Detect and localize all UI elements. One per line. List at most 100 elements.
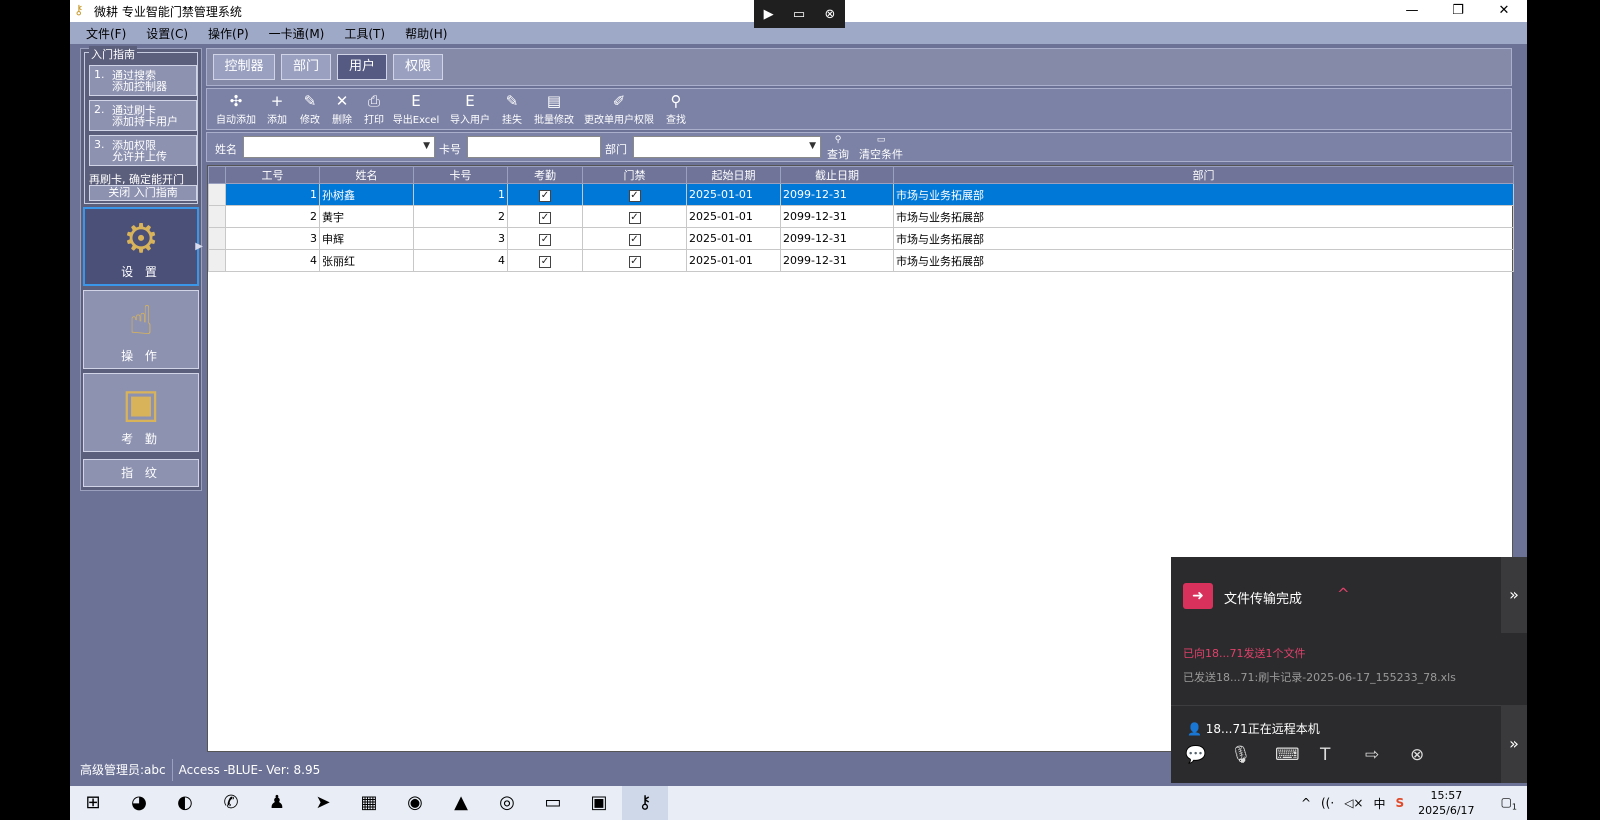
folder-send-icon[interactable]: ⇨: [1365, 745, 1410, 765]
cell-card[interactable]: 1: [413, 183, 508, 206]
guide-step-add-cardholder[interactable]: 2. 通过刷卡 添加持卡用户: [89, 100, 197, 131]
minimize-button[interactable]: —: [1389, 0, 1435, 22]
feishu-icon[interactable]: ➤: [300, 786, 346, 820]
cell-id[interactable]: 2: [225, 205, 320, 228]
report-loss-button[interactable]: ✎ 挂失: [497, 91, 527, 129]
batch-edit-button[interactable]: ▤ 批量修改: [531, 91, 577, 129]
row-header[interactable]: [208, 183, 226, 206]
checkbox[interactable]: ✓: [539, 233, 551, 246]
cell-attendance[interactable]: ✓: [507, 183, 583, 206]
clear-conditions-button[interactable]: ▭ 清空条件: [857, 134, 905, 162]
menu-card[interactable]: 一卡通(M): [269, 25, 325, 42]
cell-name[interactable]: 孙树鑫: [319, 183, 414, 206]
cell-department[interactable]: 市场与业务拓展部: [893, 249, 1514, 272]
edit-button[interactable]: ✎ 修改: [295, 91, 325, 129]
cell-start-date[interactable]: 2025-01-01: [686, 205, 781, 228]
cell-start-date[interactable]: 2025-01-01: [686, 227, 781, 250]
wechat-icon[interactable]: ✆: [208, 786, 254, 820]
cell-start-date[interactable]: 2025-01-01: [686, 183, 781, 206]
restore-button[interactable]: ❐: [1435, 0, 1481, 22]
cell-id[interactable]: 3: [225, 227, 320, 250]
menu-operation[interactable]: 操作(P): [208, 25, 249, 42]
checkbox[interactable]: ✓: [628, 233, 641, 246]
cell-id[interactable]: 4: [225, 249, 320, 272]
column-header-end-date[interactable]: 截止日期: [780, 166, 894, 184]
windows-start-icon[interactable]: ⊞: [70, 786, 116, 820]
row-header[interactable]: [208, 205, 226, 228]
mountain-app-icon[interactable]: ▲: [438, 786, 484, 820]
cell-name[interactable]: 黄宇: [319, 205, 414, 228]
column-header-card[interactable]: 卡号: [413, 166, 508, 184]
delete-button[interactable]: ✕ 删除: [327, 91, 357, 129]
table-row[interactable]: 1 孙树鑫 1 ✓ ✓ 2025-01-01 2099-12-31 市场与业务拓展部: [208, 183, 1514, 206]
network-icon[interactable]: ((·: [1321, 796, 1334, 810]
access-control-app-icon[interactable]: ⚷: [622, 786, 668, 820]
column-header-access[interactable]: 门禁: [582, 166, 687, 184]
cell-attendance[interactable]: ✓: [507, 227, 583, 250]
sogou-ime-icon[interactable]: S: [1396, 796, 1405, 810]
department-select[interactable]: ▼: [633, 136, 821, 158]
checkbox[interactable]: ✓: [539, 189, 551, 202]
cell-access[interactable]: ✓: [582, 183, 687, 206]
print-button[interactable]: ⎙ 打印: [359, 91, 389, 129]
chrome-icon[interactable]: ◎: [484, 786, 530, 820]
query-button[interactable]: ⚲ 查询: [825, 134, 851, 162]
import-users-button[interactable]: E 导入用户: [447, 91, 493, 129]
cell-end-date[interactable]: 2099-12-31: [780, 205, 894, 228]
export-excel-button[interactable]: E 导出Excel: [391, 91, 441, 129]
cell-department[interactable]: 市场与业务拓展部: [893, 227, 1514, 250]
cell-start-date[interactable]: 2025-01-01: [686, 249, 781, 272]
menu-file[interactable]: 文件(F): [86, 25, 126, 42]
cell-attendance[interactable]: ✓: [507, 249, 583, 272]
collapse-caret-icon[interactable]: ^: [1337, 585, 1350, 603]
card-input[interactable]: [467, 136, 601, 158]
microphone-icon[interactable]: 🎙: [1230, 745, 1275, 765]
screen-icon[interactable]: ▭: [793, 7, 805, 22]
cell-id[interactable]: 1: [225, 183, 320, 206]
menu-help[interactable]: 帮助(H): [405, 25, 447, 42]
cell-name[interactable]: 申辉: [319, 227, 414, 250]
close-circle-icon[interactable]: ⊗: [1410, 745, 1455, 765]
add-button[interactable]: + 添加: [261, 91, 293, 129]
qq-icon[interactable]: ♟: [254, 786, 300, 820]
find-button[interactable]: ⚲ 查找: [661, 91, 691, 129]
cell-end-date[interactable]: 2099-12-31: [780, 227, 894, 250]
tab-controller[interactable]: 控制器: [213, 54, 275, 80]
tab-department[interactable]: 部门: [281, 54, 331, 80]
guide-step-search-controller[interactable]: 1. 通过搜索 添加控制器: [89, 65, 197, 96]
app-colorful-icon[interactable]: ◕: [116, 786, 162, 820]
row-header[interactable]: [208, 249, 226, 272]
cell-access[interactable]: ✓: [582, 227, 687, 250]
table-row[interactable]: 3 申辉 3 ✓ ✓ 2025-01-01 2099-12-31 市场与业务拓展部: [208, 227, 1514, 250]
menu-tools[interactable]: 工具(T): [344, 25, 385, 42]
chevron-down-icon[interactable]: ▼: [423, 141, 430, 151]
name-input[interactable]: ▼: [243, 136, 435, 158]
cell-department[interactable]: 市场与业务拓展部: [893, 183, 1514, 206]
play-icon[interactable]: ▶: [764, 7, 774, 22]
close-button[interactable]: ✕: [1481, 0, 1527, 22]
auto-add-button[interactable]: ✣ 自动添加: [213, 91, 259, 129]
tab-user[interactable]: 用户: [337, 54, 387, 80]
edge-browser-icon[interactable]: ◐: [162, 786, 208, 820]
ime-indicator[interactable]: 中: [1373, 795, 1385, 812]
cell-access[interactable]: ✓: [582, 249, 687, 272]
column-header-name[interactable]: 姓名: [319, 166, 414, 184]
screen-capture-icon[interactable]: ◉: [392, 786, 438, 820]
expand-right-icon[interactable]: »: [1501, 705, 1527, 783]
cell-department[interactable]: 市场与业务拓展部: [893, 205, 1514, 228]
expand-right-icon[interactable]: »: [1501, 557, 1527, 633]
guide-step-add-permission[interactable]: 3. 添加权限 允许并上传: [89, 135, 197, 166]
column-header-attendance[interactable]: 考勤: [507, 166, 583, 184]
chat-icon[interactable]: 💬: [1185, 745, 1230, 765]
cell-attendance[interactable]: ✓: [507, 205, 583, 228]
column-header-start-date[interactable]: 起始日期: [686, 166, 781, 184]
file-explorer-icon[interactable]: ▭: [530, 786, 576, 820]
checkbox[interactable]: ✓: [539, 211, 551, 224]
clock[interactable]: 15:57 2025/6/17: [1418, 788, 1474, 818]
nav-settings-button[interactable]: ⚙ 设 置 ▶: [83, 207, 203, 286]
column-header-department[interactable]: 部门: [893, 166, 1514, 184]
table-row[interactable]: 2 黄宇 2 ✓ ✓ 2025-01-01 2099-12-31 市场与业务拓展部: [208, 205, 1514, 228]
winrar-icon[interactable]: ▦: [346, 786, 392, 820]
cell-access[interactable]: ✓: [582, 205, 687, 228]
checkbox[interactable]: ✓: [628, 211, 641, 224]
